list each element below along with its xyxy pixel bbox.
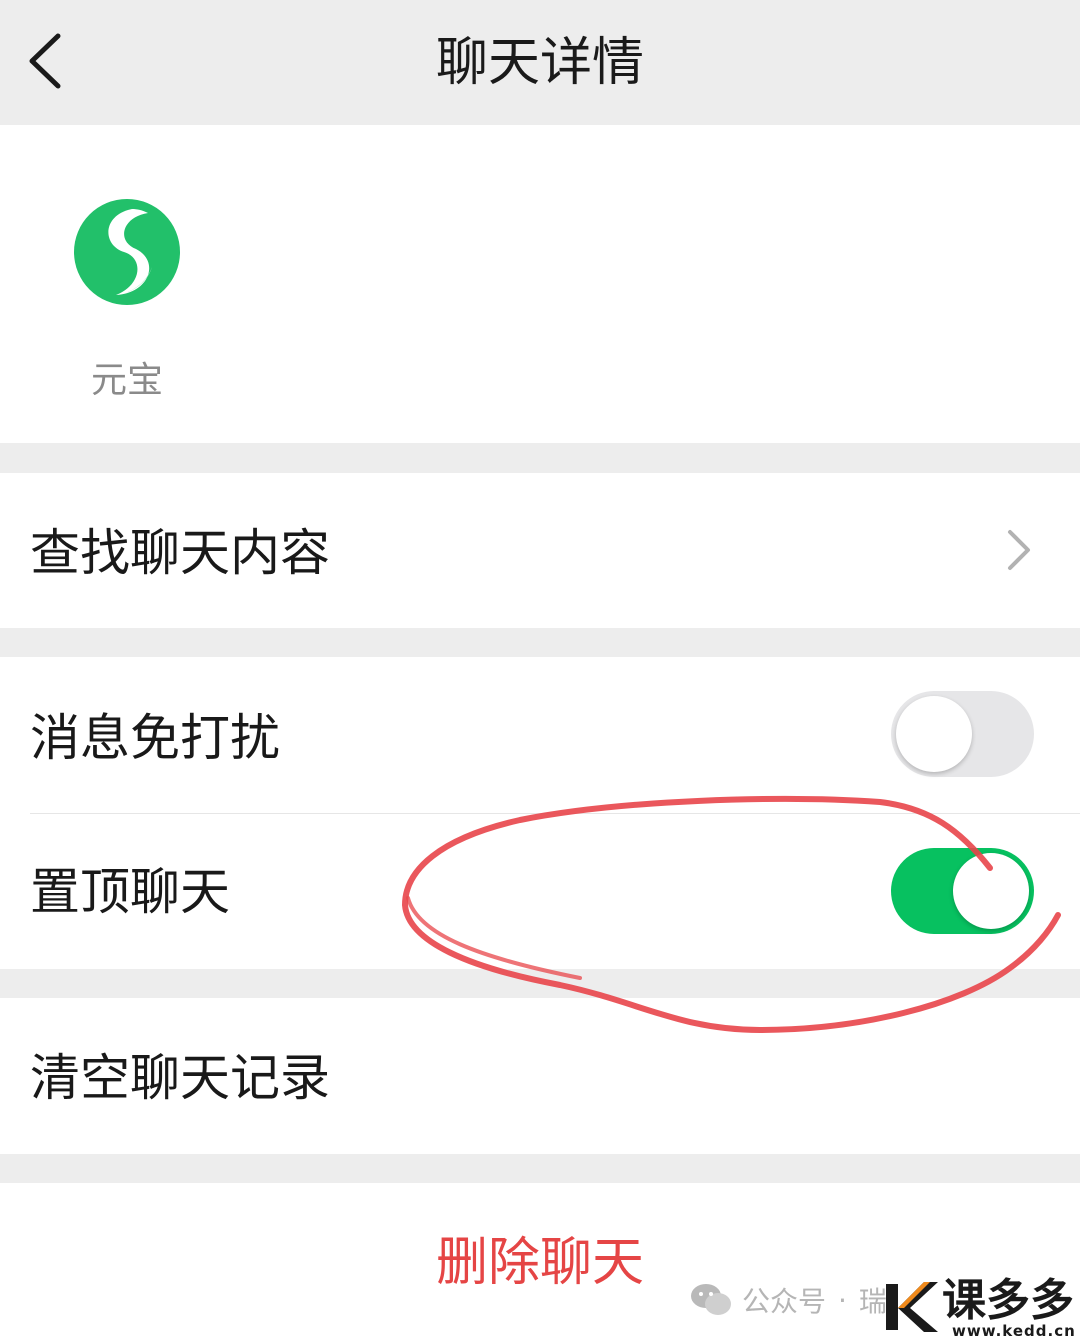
- member-name: 元宝: [90, 360, 163, 401]
- member-card: 元宝: [0, 125, 1080, 443]
- search-chat-label: 查找聊天内容: [30, 524, 330, 582]
- k-logo-icon: [886, 1282, 938, 1332]
- row-divider: [30, 813, 1080, 814]
- mute-label: 消息免打扰: [30, 709, 280, 767]
- pin-label: 置顶聊天: [30, 863, 230, 921]
- watermark: 公众号 · 瑞: [690, 1280, 887, 1320]
- mute-toggle[interactable]: [891, 691, 1034, 777]
- watermark-prefix: 公众号: [742, 1285, 827, 1318]
- site-name: 课多多: [942, 1275, 1074, 1326]
- yuanbao-logo-icon[interactable]: [72, 197, 182, 307]
- toggle-knob: [896, 696, 972, 772]
- clear-history-label: 清空聊天记录: [30, 1049, 330, 1107]
- page-title: 聊天详情: [435, 33, 644, 93]
- watermark-dot: ·: [838, 1283, 847, 1317]
- pin-toggle[interactable]: [891, 848, 1034, 934]
- nav-bar: 聊天详情: [0, 0, 1080, 125]
- wechat-icon: [691, 1284, 731, 1315]
- search-chat-row[interactable]: 查找聊天内容: [0, 473, 1080, 628]
- site-logo: 课多多 www.kedd.cn: [880, 1276, 1080, 1342]
- toggle-knob: [953, 853, 1029, 929]
- chevron-right-icon: [1008, 530, 1030, 570]
- site-url: www.kedd.cn: [952, 1322, 1076, 1340]
- clear-history-row[interactable]: 清空聊天记录: [0, 998, 1080, 1154]
